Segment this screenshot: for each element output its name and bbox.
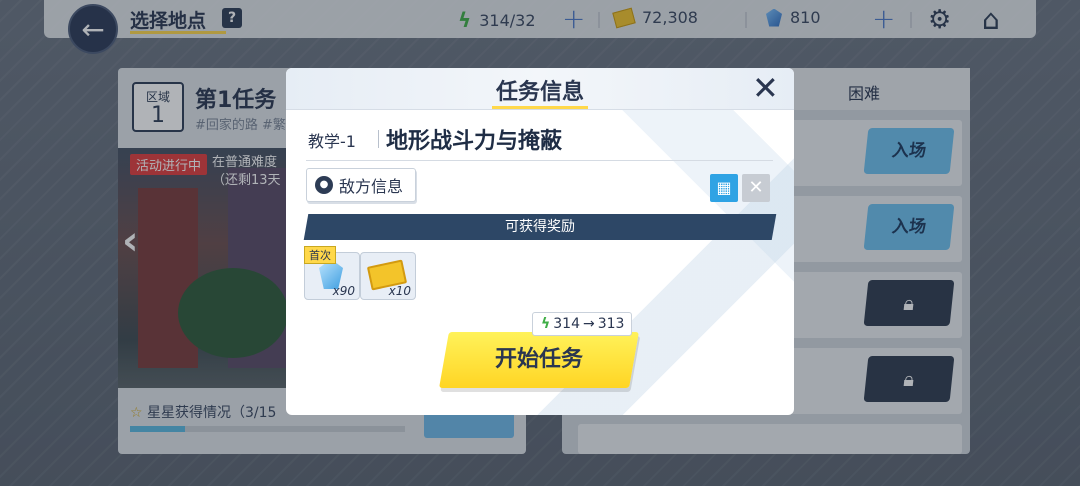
reward-item[interactable]: x10 bbox=[360, 252, 416, 300]
mission-info-dialog: 任务信息 ✕ 教学-1 地形战斗力与掩蔽 ● 敌方信息 ▦ ✕ 可获得奖励 首次… bbox=[286, 68, 794, 415]
cost-to: 313 bbox=[597, 316, 625, 332]
skull-icon: ● bbox=[315, 176, 333, 194]
stage-code: 教学-1 bbox=[308, 132, 356, 151]
bolt-icon: ϟ bbox=[541, 316, 551, 332]
dialog-title: 任务信息 bbox=[495, 80, 584, 105]
enemy-info-label: 敌方信息 bbox=[339, 177, 404, 196]
cost-arrow: → bbox=[582, 316, 595, 332]
start-mission-button[interactable]: 开始任务 bbox=[439, 332, 639, 388]
rewards-banner-label: 可获得奖励 bbox=[505, 219, 575, 235]
close-icon[interactable]: ✕ bbox=[752, 72, 779, 104]
divider bbox=[306, 160, 773, 161]
cost-from: 314 bbox=[553, 316, 580, 332]
enemy-info-button[interactable]: ● 敌方信息 bbox=[306, 168, 416, 202]
stage-name: 地形战斗力与掩蔽 bbox=[386, 129, 563, 154]
building-icon[interactable]: ▦ bbox=[710, 174, 738, 202]
rewards-banner: 可获得奖励 bbox=[303, 214, 777, 240]
first-clear-tag: 首次 bbox=[304, 246, 336, 264]
title-underline bbox=[492, 106, 588, 109]
reward-quantity: x90 bbox=[332, 284, 355, 298]
reward-quantity: x10 bbox=[388, 284, 411, 298]
stamina-cost-bubble: ϟ 314 → 313 bbox=[532, 312, 632, 336]
divider bbox=[378, 130, 379, 148]
start-mission-label: 开始任务 bbox=[494, 347, 583, 372]
disabled-x-icon: ✕ bbox=[742, 174, 770, 202]
